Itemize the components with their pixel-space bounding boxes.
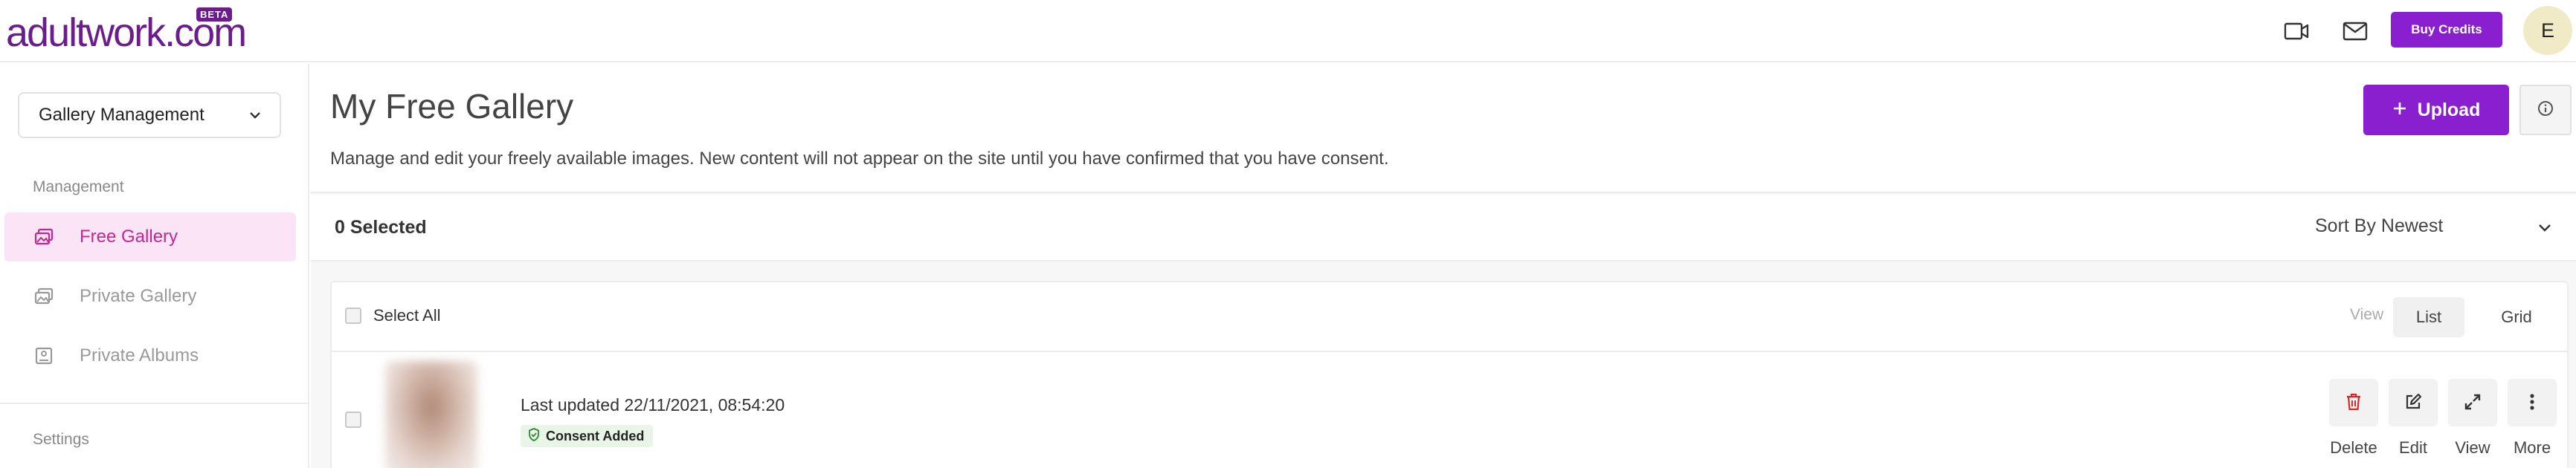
more-button[interactable]	[2508, 379, 2557, 426]
status-badge: Consent Added	[521, 425, 654, 447]
sidebar-section-settings: Settings	[33, 431, 89, 448]
buy-credits-button[interactable]: Buy Credits	[2391, 12, 2502, 48]
info-button[interactable]	[2519, 85, 2572, 135]
more-label: More	[2513, 438, 2551, 457]
info-icon	[2537, 100, 2554, 121]
list-item[interactable]: Last updated 22/11/2021, 08:54:20 Consen…	[332, 354, 2567, 468]
page-title: My Free Gallery	[330, 87, 574, 126]
view-label: View	[2455, 438, 2490, 457]
view-button[interactable]	[2448, 379, 2497, 426]
mail-icon[interactable]	[2340, 16, 2370, 46]
status-badge-label: Consent Added	[546, 428, 645, 443]
edit-icon	[2404, 393, 2422, 413]
selected-count: 0 Selected	[335, 217, 427, 238]
gallery-icon	[34, 228, 54, 246]
upload-label: Upload	[2417, 99, 2481, 120]
gallery-icon	[34, 287, 54, 305]
shield-check-icon	[528, 427, 540, 445]
top-header: adultwork.com BETA Buy Credits E	[0, 0, 2576, 62]
sidebar-divider	[0, 403, 308, 404]
main-content: My Free Gallery Manage and edit your fre…	[311, 64, 2576, 468]
sidebar: Gallery Management Management Free Galle…	[0, 64, 309, 468]
beta-badge: BETA	[196, 7, 233, 22]
sidebar-item-private-albums[interactable]: Private Albums	[4, 331, 296, 380]
select-all-checkbox[interactable]	[345, 308, 361, 324]
sidebar-item-label: Free Gallery	[80, 227, 178, 247]
image-thumbnail[interactable]	[385, 361, 477, 468]
sidebar-item-label: Private Albums	[80, 345, 199, 365]
expand-icon	[2464, 393, 2482, 413]
select-all-label[interactable]: Select All	[373, 306, 441, 325]
edit-label: Edit	[2399, 438, 2427, 457]
view-label: View	[2350, 306, 2384, 323]
view-grid-button[interactable]: Grid	[2481, 297, 2552, 337]
section-dropdown[interactable]: Gallery Management	[18, 92, 281, 138]
gallery-list: Select All View List Grid Last updated 2…	[330, 281, 2569, 468]
last-updated-text: Last updated 22/11/2021, 08:54:20	[521, 395, 785, 415]
delete-button[interactable]	[2329, 379, 2378, 426]
selection-bar: 0 Selected Sort By Newest	[311, 195, 2576, 261]
delete-label: Delete	[2330, 438, 2377, 457]
more-vertical-icon	[2529, 393, 2535, 413]
sidebar-item-private-gallery[interactable]: Private Gallery	[4, 272, 296, 321]
page-header: My Free Gallery Manage and edit your fre…	[311, 64, 2576, 193]
chevron-down-icon	[247, 107, 263, 129]
chevron-down-icon[interactable]	[2536, 218, 2554, 240]
section-dropdown-value: Gallery Management	[39, 105, 205, 125]
sort-dropdown[interactable]: Sort By Newest	[2315, 215, 2443, 237]
edit-button[interactable]	[2389, 379, 2438, 426]
list-header: Select All View List Grid	[332, 282, 2567, 352]
page-description: Manage and edit your freely available im…	[330, 149, 1389, 169]
sidebar-item-free-gallery[interactable]: Free Gallery	[4, 212, 296, 261]
upload-button[interactable]: Upload	[2363, 85, 2509, 135]
sidebar-section-management: Management	[33, 178, 124, 195]
album-icon	[34, 347, 54, 365]
view-list-button[interactable]: List	[2393, 297, 2464, 337]
avatar[interactable]: E	[2523, 6, 2572, 55]
trash-icon	[2345, 392, 2363, 414]
item-checkbox[interactable]	[345, 412, 361, 428]
video-icon[interactable]	[2282, 16, 2311, 46]
plus-icon	[2392, 100, 2407, 121]
sidebar-item-label: Private Gallery	[80, 286, 197, 306]
